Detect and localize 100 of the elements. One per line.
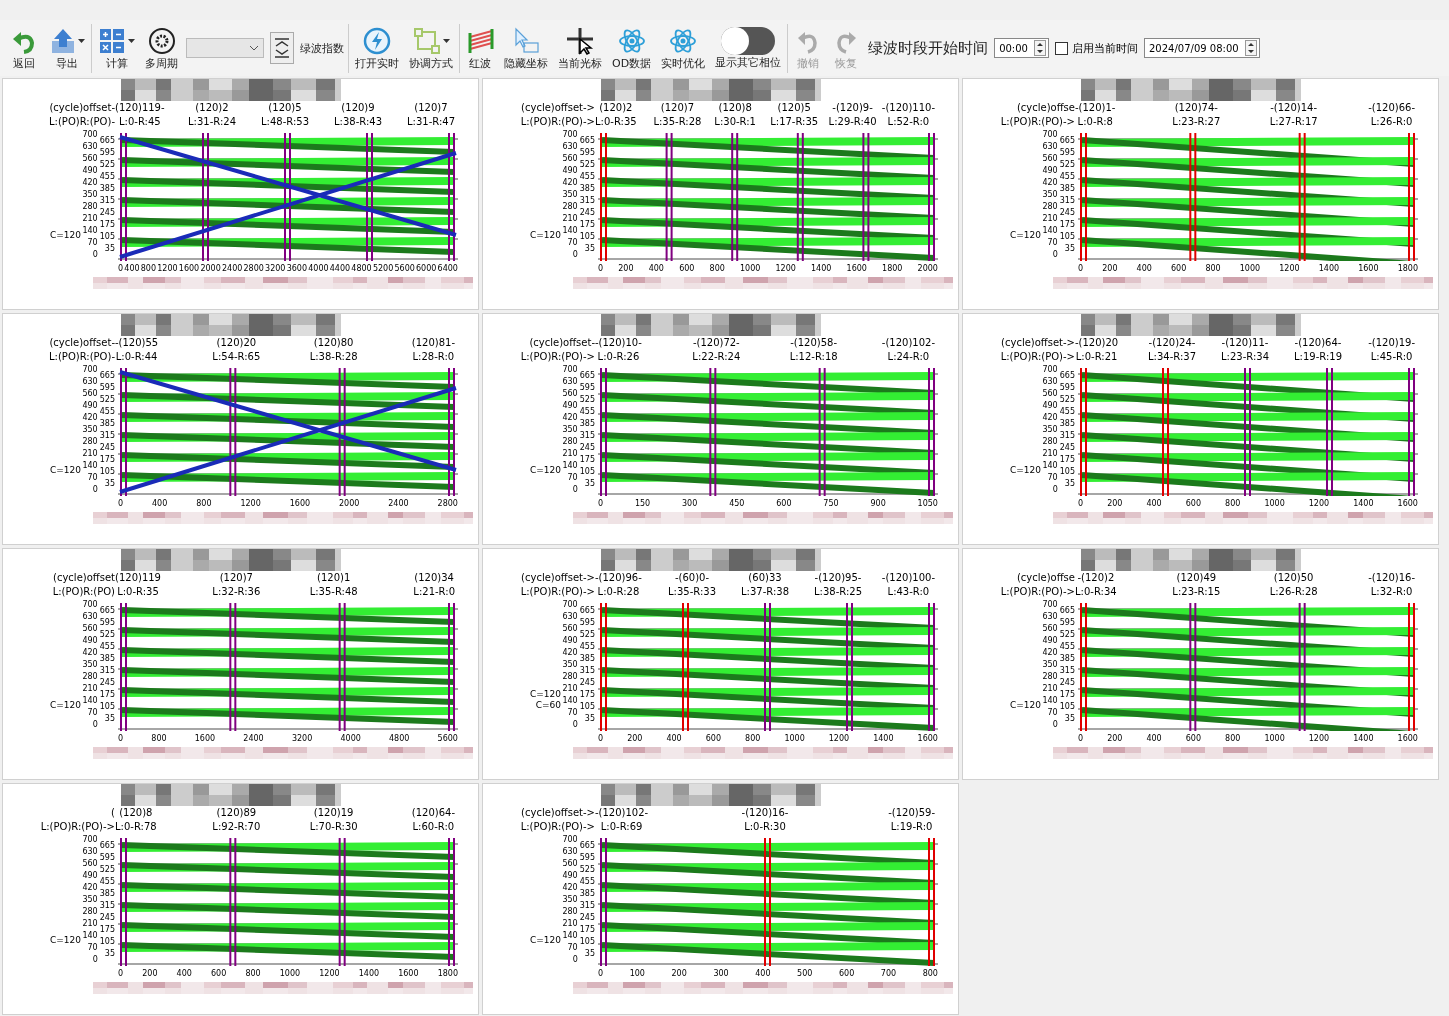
- axis-tick-label: 700: [562, 364, 578, 376]
- axis-tick-label: 245: [99, 677, 115, 689]
- axis-tick-label: 0: [1078, 733, 1084, 745]
- axis-tick-label: 315: [579, 195, 595, 207]
- axis-tick-label: 4800: [351, 263, 372, 275]
- axis-tick-label: 1400: [811, 263, 832, 275]
- offset-label: -(60)0-: [674, 571, 710, 585]
- axis-tick-label: 245: [1059, 442, 1075, 454]
- offset-label: (120)8: [718, 101, 752, 115]
- toolbar-button[interactable]: 多周期: [143, 23, 180, 73]
- phase-offset-label: L:52-R:0: [887, 115, 930, 129]
- axis-tick-label: 560: [1042, 623, 1058, 635]
- axis-tick-label: 315: [1059, 195, 1075, 207]
- offset-label: -(120)100-: [881, 571, 935, 585]
- axis-tick-label: 0: [118, 263, 124, 275]
- offset-label: -(120)55: [115, 336, 159, 350]
- axis-tick-label: 595: [579, 852, 595, 864]
- offset-label: -(120)20: [1075, 336, 1119, 350]
- axis-tick-label: 490: [562, 635, 578, 647]
- axis-tick-label: 420: [1042, 647, 1058, 659]
- toolbar-button[interactable]: OD数据: [610, 23, 654, 73]
- axis-tick-label: 175: [99, 454, 115, 466]
- axis-tick-label: 0: [598, 733, 604, 745]
- toggle-button[interactable]: 显示其它相位: [713, 24, 784, 72]
- axis-tick-label: 385: [1059, 183, 1075, 195]
- axis-tick-label: 140: [82, 225, 98, 237]
- axis-tick-label: 105: [99, 701, 115, 713]
- axis-tick-label: 315: [579, 900, 595, 912]
- axis-tick-label: 800: [151, 733, 167, 745]
- cycle-label: C=120: [1010, 700, 1041, 711]
- axis-tick-label: 630: [562, 611, 578, 623]
- axis-tick-label: 455: [99, 406, 115, 418]
- toolbar-button[interactable]: 返回: [8, 23, 40, 73]
- axis-tick-label: 350: [1042, 659, 1058, 671]
- axis-tick-label: 175: [579, 219, 595, 231]
- axis-tick-label: 630: [82, 611, 98, 623]
- offset-label: -(120)1-: [1075, 101, 1116, 115]
- axis-tick-label: 420: [82, 882, 98, 894]
- axis-tick-label: 3200: [265, 263, 286, 275]
- axis-tick-label: 280: [82, 671, 98, 683]
- axis-tick-label: 70: [87, 472, 98, 484]
- toolbar-button[interactable]: 协调方式: [407, 23, 455, 73]
- offset-label: (120)64-: [411, 806, 455, 820]
- axis-tick-label: 700: [880, 968, 897, 980]
- axis-tick-label: 400: [648, 263, 664, 275]
- checkbox[interactable]: [1054, 41, 1068, 55]
- time-field[interactable]: 2024/07/09 08:00: [1143, 38, 1260, 58]
- axis-tick-label: 385: [99, 183, 115, 195]
- phase-offset-caption: L:(PO)R:(PO)->: [1000, 350, 1075, 364]
- toolbar-button[interactable]: 红波: [464, 23, 496, 73]
- toolbar-button[interactable]: 打开实时: [353, 23, 401, 73]
- spin-button[interactable]: [270, 32, 294, 64]
- checkbox-label[interactable]: 启用当前时间: [1071, 40, 1138, 56]
- axis-tick-label: 595: [579, 382, 595, 394]
- axis-tick-label: 350: [562, 894, 578, 906]
- axis-tick-label: 105: [579, 231, 595, 243]
- toolbar-button[interactable]: 实时优化: [659, 23, 708, 73]
- axis-tick-label: 350: [1042, 424, 1058, 436]
- axis-tick-label: 0: [598, 968, 604, 980]
- axis-tick-label: 600: [1185, 733, 1202, 745]
- axis-tick-label: 750: [823, 498, 839, 510]
- offset-label: -(120)95-: [814, 571, 862, 585]
- offset-label: -(120)66-: [1368, 101, 1415, 115]
- offset-label: -(120)2: [1077, 571, 1115, 585]
- axis-tick-label: 595: [1059, 382, 1075, 394]
- axis-tick-label: 100: [629, 968, 645, 980]
- axis-tick-label: 560: [562, 623, 578, 635]
- offset-label: (120)7: [219, 571, 253, 585]
- axis-tick-label: 210: [562, 213, 578, 225]
- axis-tick-label: 140: [562, 460, 578, 472]
- axis-tick-label: 350: [82, 189, 98, 201]
- axis-tick-label: 280: [82, 906, 98, 918]
- offset-label: -(120)14-: [1270, 101, 1318, 115]
- axis-tick-label: 700: [82, 129, 98, 141]
- toolbar-button[interactable]: 导出: [46, 23, 87, 73]
- axis-tick-label: 280: [82, 436, 98, 448]
- toggle-switch[interactable]: [721, 26, 776, 55]
- offset-label: -(120)10-: [595, 336, 642, 350]
- axis-tick-label: 315: [99, 900, 115, 912]
- caret-icon: [442, 38, 450, 43]
- axis-tick-label: 525: [1059, 394, 1075, 406]
- axis-tick-label: 2000: [339, 498, 360, 510]
- time-field[interactable]: 00:00: [994, 38, 1049, 58]
- toolbar-button[interactable]: 隐藏坐标: [502, 23, 550, 73]
- axis-tick-label: 1000: [1239, 263, 1261, 275]
- axis-tick-label: 800: [245, 968, 261, 980]
- axis-tick-label: 200: [618, 263, 634, 275]
- axis-tick-label: 630: [1042, 611, 1058, 623]
- axis-tick-label: 560: [82, 153, 98, 165]
- axis-tick-label: 245: [579, 912, 595, 924]
- phase-offset-label: L:37-R:38: [741, 585, 789, 599]
- toolbar-button[interactable]: 计算: [96, 23, 137, 73]
- axis-tick-label: 5600: [394, 263, 415, 275]
- axis-tick-label: 400: [176, 968, 192, 980]
- toolbar-button[interactable]: 当前光标: [556, 23, 604, 73]
- axis-tick-label: 490: [562, 165, 578, 177]
- axis-tick-label: 1000: [1264, 498, 1285, 510]
- axis-tick-label: 4800: [389, 733, 410, 745]
- calculator-icon: [98, 26, 126, 55]
- axis-tick-label: 490: [562, 400, 578, 412]
